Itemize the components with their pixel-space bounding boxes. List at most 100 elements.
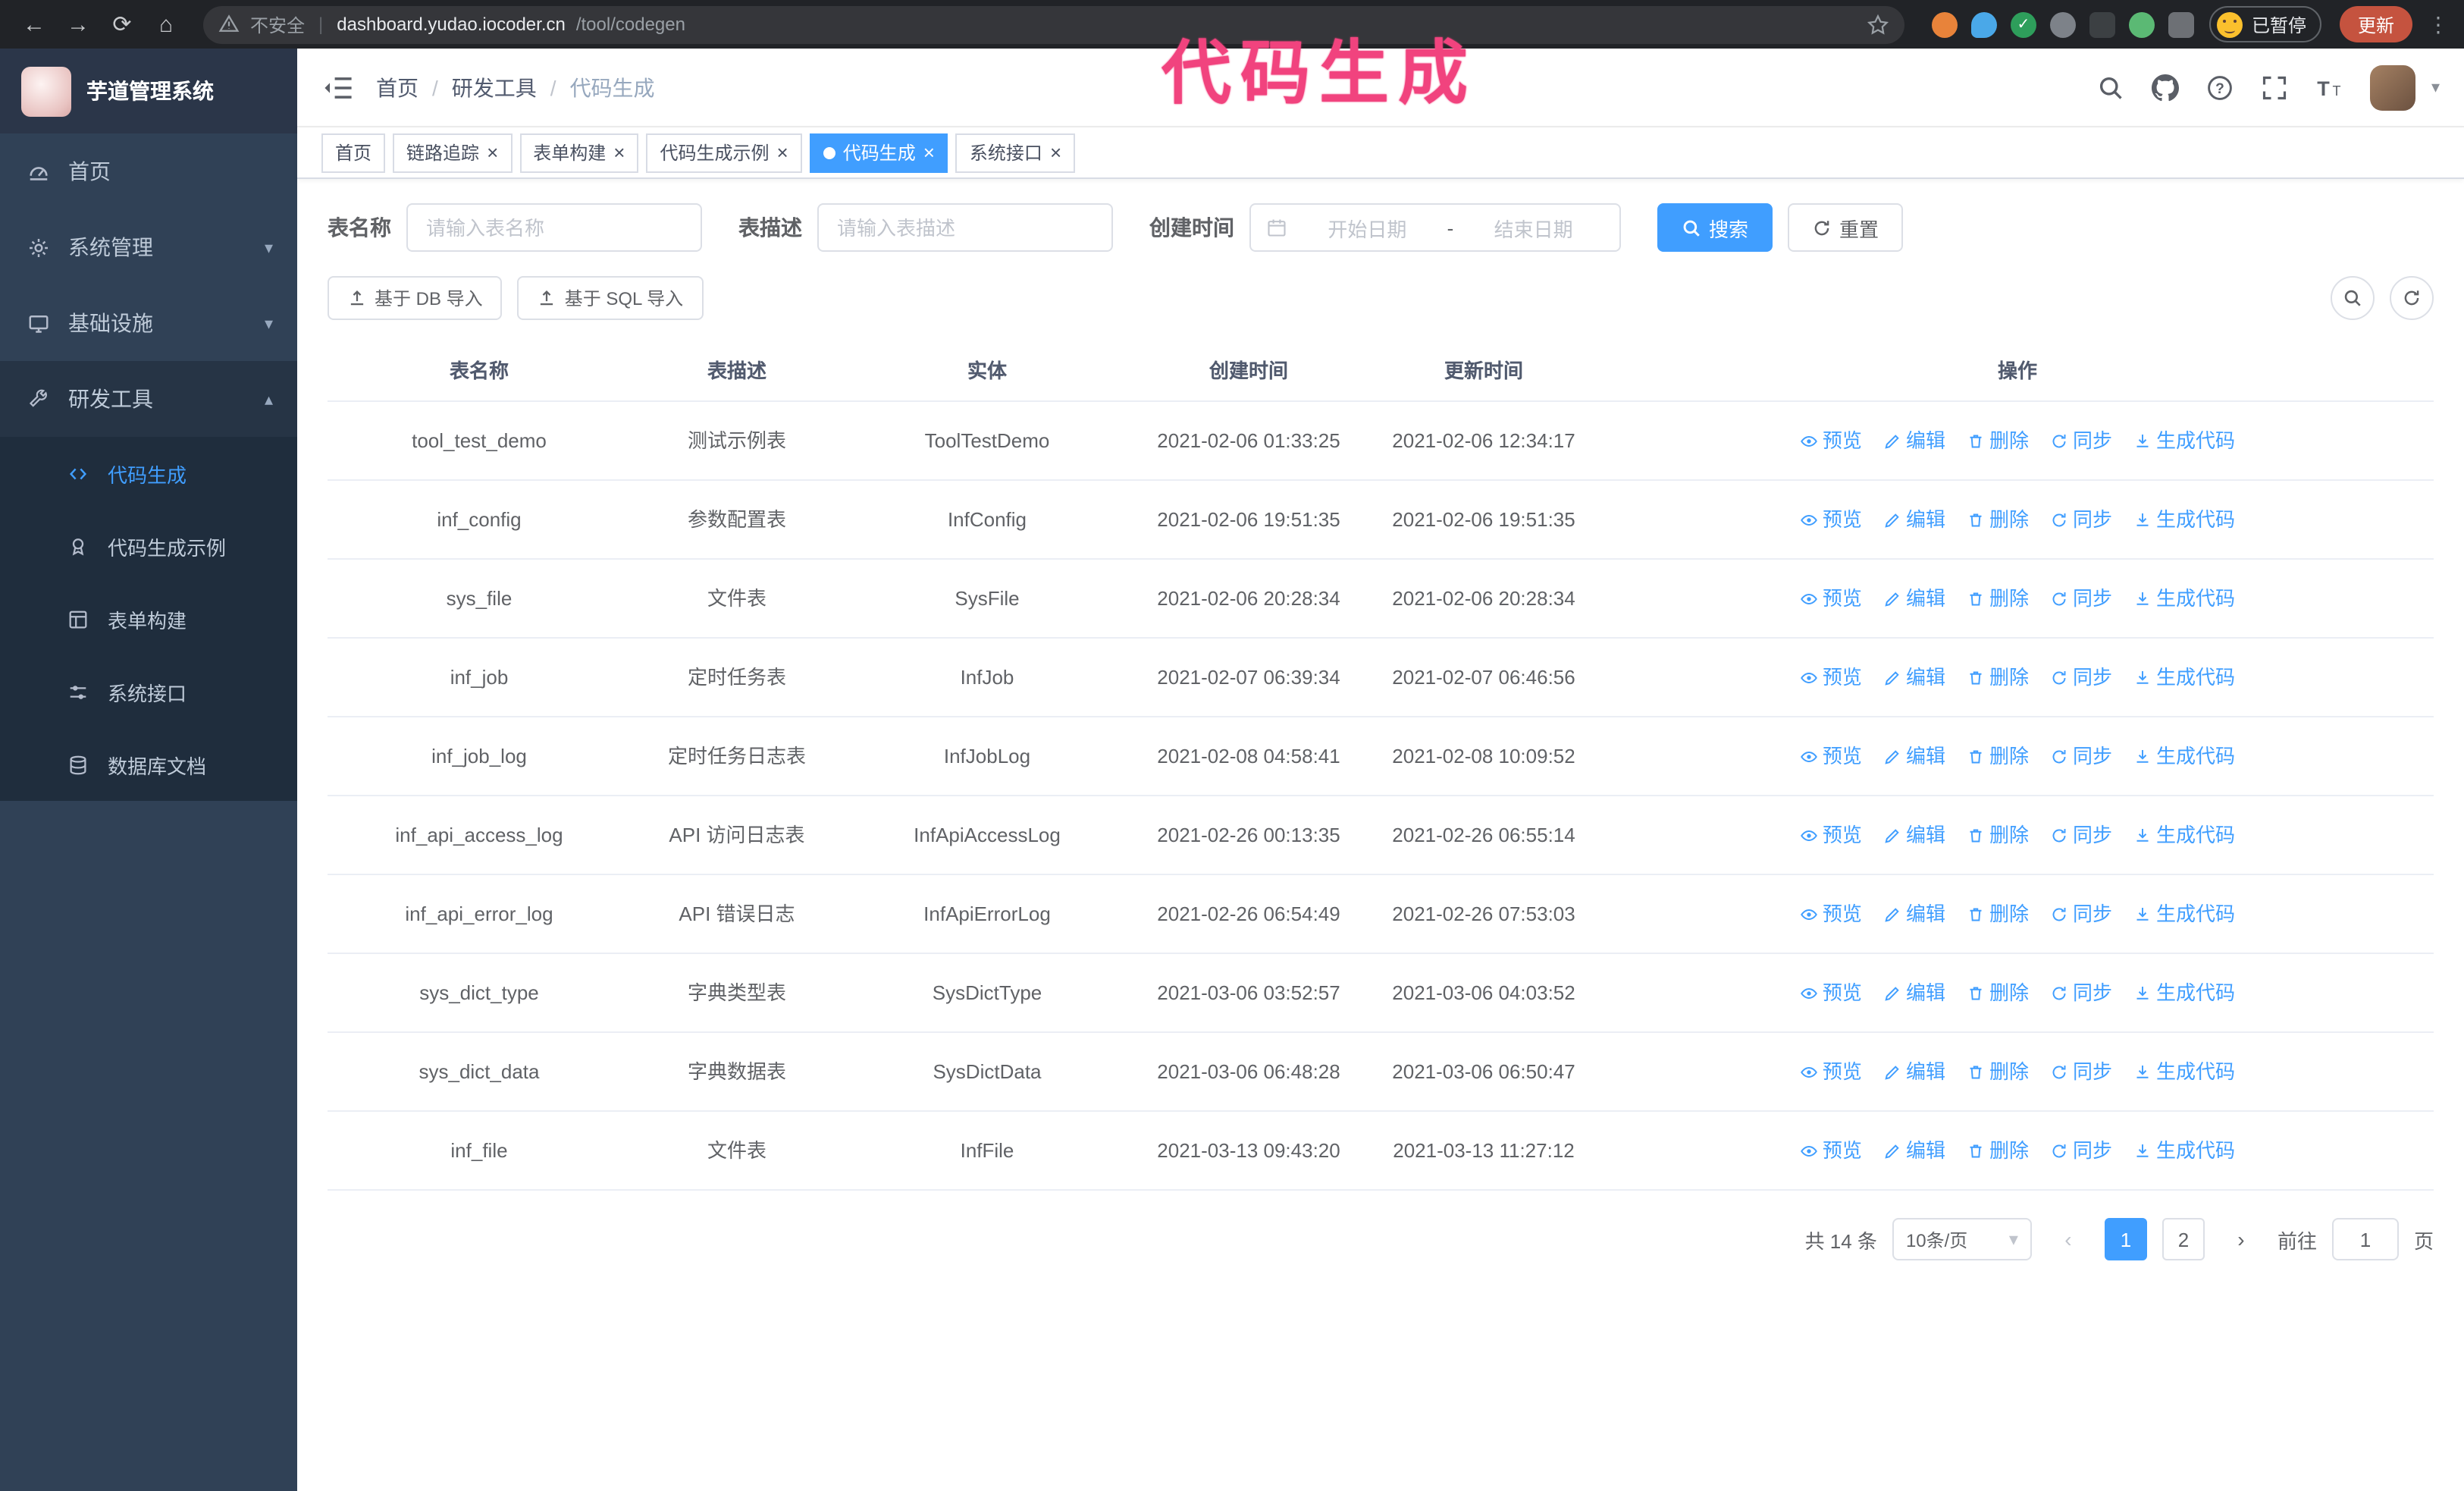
close-icon[interactable]: × <box>923 143 935 162</box>
refresh-table-button[interactable] <box>2390 276 2434 320</box>
search-button[interactable]: 搜索 <box>1657 203 1773 252</box>
bookmark-star-icon[interactable] <box>1867 13 1889 36</box>
edit-action[interactable]: 编辑 <box>1883 660 1945 695</box>
browser-forward-button[interactable]: → <box>59 5 97 43</box>
edit-action[interactable]: 编辑 <box>1883 896 1945 931</box>
browser-menu-icon[interactable]: ⋮ <box>2428 11 2449 37</box>
toggle-search-button[interactable] <box>2331 276 2375 320</box>
delete-action[interactable]: 删除 <box>1967 896 2029 931</box>
sidebar-item-codegen[interactable]: 代码生成 <box>0 437 297 510</box>
delete-action[interactable]: 删除 <box>1967 818 2029 852</box>
page-number-button[interactable]: 1 <box>2104 1218 2147 1260</box>
page-size-select[interactable]: 10条/页 ▾ <box>1892 1218 2032 1260</box>
extension-icon[interactable] <box>2128 11 2155 37</box>
generate-code-action[interactable]: 生成代码 <box>2133 1133 2235 1168</box>
date-start-placeholder[interactable]: 开始日期 <box>1296 213 1438 242</box>
sync-action[interactable]: 同步 <box>2050 423 2112 458</box>
generate-code-action[interactable]: 生成代码 <box>2133 660 2235 695</box>
preview-action[interactable]: 预览 <box>1800 423 1862 458</box>
sync-action[interactable]: 同步 <box>2050 660 2112 695</box>
extension-icon[interactable]: ✓ <box>2010 11 2036 37</box>
sync-action[interactable]: 同步 <box>2050 896 2112 931</box>
tag-tab[interactable]: 链路追踪 × <box>393 133 513 172</box>
tag-tab[interactable]: 首页 <box>321 133 386 172</box>
sync-action[interactable]: 同步 <box>2050 739 2112 774</box>
user-avatar[interactable] <box>2370 64 2416 110</box>
preview-action[interactable]: 预览 <box>1800 660 1862 695</box>
next-page-button[interactable]: › <box>2220 1218 2262 1260</box>
edit-action[interactable]: 编辑 <box>1883 1054 1945 1089</box>
delete-action[interactable]: 删除 <box>1967 1054 2029 1089</box>
generate-code-action[interactable]: 生成代码 <box>2133 896 2235 931</box>
breadcrumb-home[interactable]: 首页 <box>376 72 419 102</box>
sync-action[interactable]: 同步 <box>2050 502 2112 537</box>
help-icon[interactable]: ? <box>2207 74 2234 101</box>
goto-page-input[interactable] <box>2331 1218 2399 1260</box>
table-name-input[interactable] <box>406 203 702 252</box>
sidebar-item-codegen-example[interactable]: 代码生成示例 <box>0 510 297 582</box>
extension-icon[interactable] <box>1970 11 1997 37</box>
date-end-placeholder[interactable]: 结束日期 <box>1462 213 1604 242</box>
extension-icon[interactable] <box>1931 11 1958 37</box>
generate-code-action[interactable]: 生成代码 <box>2133 581 2235 616</box>
import-sql-button[interactable]: 基于 SQL 导入 <box>517 276 704 320</box>
edit-action[interactable]: 编辑 <box>1883 1133 1945 1168</box>
generate-code-action[interactable]: 生成代码 <box>2133 423 2235 458</box>
sync-action[interactable]: 同步 <box>2050 975 2112 1010</box>
profile-paused-chip[interactable]: 已暂停 <box>2209 6 2321 42</box>
sync-action[interactable]: 同步 <box>2050 581 2112 616</box>
sidebar-item-infra[interactable]: 基础设施 ▾ <box>0 285 297 361</box>
sidebar-item-system[interactable]: 系统管理 ▾ <box>0 209 297 285</box>
preview-action[interactable]: 预览 <box>1800 502 1862 537</box>
delete-action[interactable]: 删除 <box>1967 739 2029 774</box>
tag-tab[interactable]: 代码生成示例 × <box>646 133 802 172</box>
close-icon[interactable]: × <box>777 143 788 162</box>
sidebar-item-api[interactable]: 系统接口 <box>0 655 297 728</box>
sync-action[interactable]: 同步 <box>2050 1054 2112 1089</box>
sync-action[interactable]: 同步 <box>2050 1133 2112 1168</box>
edit-action[interactable]: 编辑 <box>1883 818 1945 852</box>
tag-tab[interactable]: 系统接口 × <box>955 133 1076 172</box>
delete-action[interactable]: 删除 <box>1967 423 2029 458</box>
import-db-button[interactable]: 基于 DB 导入 <box>328 276 503 320</box>
preview-action[interactable]: 预览 <box>1800 739 1862 774</box>
close-icon[interactable]: × <box>487 143 498 162</box>
github-icon[interactable] <box>2152 74 2180 101</box>
delete-action[interactable]: 删除 <box>1967 581 2029 616</box>
sidebar-item-home[interactable]: 首页 <box>0 133 297 209</box>
preview-action[interactable]: 预览 <box>1800 818 1862 852</box>
date-range-picker[interactable]: 开始日期 - 结束日期 <box>1249 203 1621 252</box>
font-size-icon[interactable]: TT <box>2316 74 2343 101</box>
delete-action[interactable]: 删除 <box>1967 975 2029 1010</box>
search-icon[interactable] <box>2098 74 2125 101</box>
browser-update-button[interactable]: 更新 <box>2339 6 2412 42</box>
generate-code-action[interactable]: 生成代码 <box>2133 818 2235 852</box>
browser-home-button[interactable]: ⌂ <box>147 5 185 43</box>
puzzle-extension-icon[interactable] <box>2168 11 2194 37</box>
close-icon[interactable]: × <box>1050 143 1061 162</box>
fullscreen-icon[interactable] <box>2262 74 2289 101</box>
preview-action[interactable]: 预览 <box>1800 581 1862 616</box>
address-bar[interactable]: 不安全 | dashboard.yudao.iocoder.cn/tool/co… <box>203 5 1904 43</box>
sync-action[interactable]: 同步 <box>2050 818 2112 852</box>
delete-action[interactable]: 删除 <box>1967 502 2029 537</box>
collapse-sidebar-icon[interactable] <box>321 71 355 104</box>
generate-code-action[interactable]: 生成代码 <box>2133 502 2235 537</box>
delete-action[interactable]: 删除 <box>1967 1133 2029 1168</box>
sidebar-item-form-builder[interactable]: 表单构建 <box>0 582 297 655</box>
browser-back-button[interactable]: ← <box>15 5 53 43</box>
close-icon[interactable]: × <box>613 143 625 162</box>
preview-action[interactable]: 预览 <box>1800 1054 1862 1089</box>
extension-icon[interactable] <box>2049 11 2076 37</box>
preview-action[interactable]: 预览 <box>1800 896 1862 931</box>
preview-action[interactable]: 预览 <box>1800 1133 1862 1168</box>
generate-code-action[interactable]: 生成代码 <box>2133 1054 2235 1089</box>
reset-button[interactable]: 重置 <box>1788 203 1904 252</box>
delete-action[interactable]: 删除 <box>1967 660 2029 695</box>
avatar-caret-icon[interactable]: ▾ <box>2431 77 2440 97</box>
edit-action[interactable]: 编辑 <box>1883 739 1945 774</box>
prev-page-button[interactable]: ‹ <box>2047 1218 2089 1260</box>
preview-action[interactable]: 预览 <box>1800 975 1862 1010</box>
edit-action[interactable]: 编辑 <box>1883 423 1945 458</box>
sidebar-item-devtools[interactable]: 研发工具 ▴ <box>0 361 297 437</box>
